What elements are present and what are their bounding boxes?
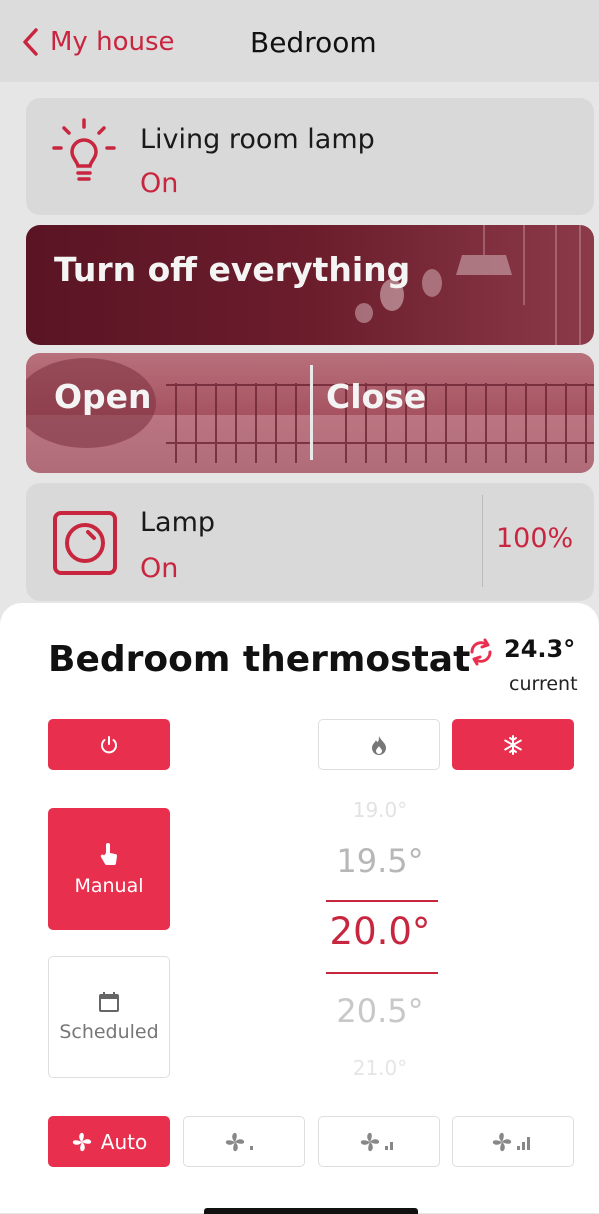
current-temperature-label: current — [509, 673, 578, 695]
heat-mode-button[interactable] — [318, 719, 440, 770]
setpoint-option[interactable]: 19.5° — [318, 842, 442, 880]
device-name: Living room lamp — [140, 124, 375, 155]
device-state: On — [140, 553, 179, 584]
flame-icon — [372, 735, 386, 755]
cool-mode-button[interactable] — [452, 719, 574, 770]
manual-mode-label: Manual — [74, 875, 144, 897]
manual-mode-button[interactable]: Manual — [48, 808, 170, 930]
gate-open-button[interactable]: Open — [54, 377, 152, 416]
fan-speed-medium-icon — [360, 1132, 393, 1151]
power-icon — [101, 735, 117, 753]
setpoint-selected[interactable]: 20.0° — [318, 910, 442, 953]
touch-icon — [100, 843, 117, 866]
thermostat-title: Bedroom thermostat — [48, 639, 471, 680]
fan-speed-low-icon — [225, 1132, 253, 1151]
picker-selection-line — [326, 900, 438, 902]
chevron-left-icon — [23, 28, 38, 56]
scheduled-mode-label: Scheduled — [59, 1021, 159, 1043]
fan-speed-high-icon — [492, 1132, 530, 1151]
scheduled-mode-button[interactable]: Scheduled — [48, 956, 170, 1078]
power-button[interactable] — [48, 719, 170, 770]
calendar-icon — [99, 992, 119, 1012]
device-card-lamp[interactable]: Lamp On 100% — [26, 483, 594, 601]
device-state: On — [140, 168, 179, 199]
setpoint-option[interactable]: 19.0° — [318, 798, 442, 822]
scene-gate: Open Close — [26, 353, 594, 473]
fan-icon — [72, 1132, 91, 1151]
setpoint-option[interactable]: 21.0° — [318, 1056, 442, 1080]
device-name: Lamp — [140, 507, 216, 538]
setpoint-picker[interactable]: 19.0° 19.5° 20.0° 20.5° 21.0° — [318, 798, 442, 1080]
back-label: My house — [50, 27, 175, 57]
gate-close-button[interactable]: Close — [326, 377, 426, 416]
back-button[interactable]: My house — [22, 27, 175, 57]
fan-speed-high-button[interactable] — [452, 1116, 574, 1167]
scene-turn-off-everything[interactable]: Turn off everything — [26, 225, 594, 345]
fan-auto-button[interactable]: Auto — [48, 1116, 170, 1167]
device-level[interactable]: 100% — [496, 523, 573, 554]
dimmer-switch-icon — [53, 511, 117, 575]
picker-selection-line — [326, 972, 438, 974]
current-temperature: 24.3° — [504, 635, 576, 663]
snowflake-icon — [504, 734, 522, 755]
divider — [482, 495, 483, 587]
lightbulb-icon — [52, 118, 116, 181]
fan-speed-medium-button[interactable] — [318, 1116, 440, 1167]
scene-label: Turn off everything — [54, 250, 411, 289]
fan-auto-label: Auto — [100, 1129, 148, 1154]
setpoint-option[interactable]: 20.5° — [318, 992, 442, 1030]
home-indicator[interactable] — [204, 1208, 418, 1214]
divider — [310, 365, 313, 460]
fan-speed-low-button[interactable] — [183, 1116, 305, 1167]
device-card-living-room-lamp[interactable]: Living room lamp On — [26, 98, 594, 215]
top-bar: My house Bedroom — [0, 0, 599, 82]
thermostat-sheet: Bedroom thermostat 24.3° current Manual … — [0, 603, 599, 1214]
page-title: Bedroom — [250, 26, 377, 59]
sync-icon[interactable] — [466, 637, 496, 667]
